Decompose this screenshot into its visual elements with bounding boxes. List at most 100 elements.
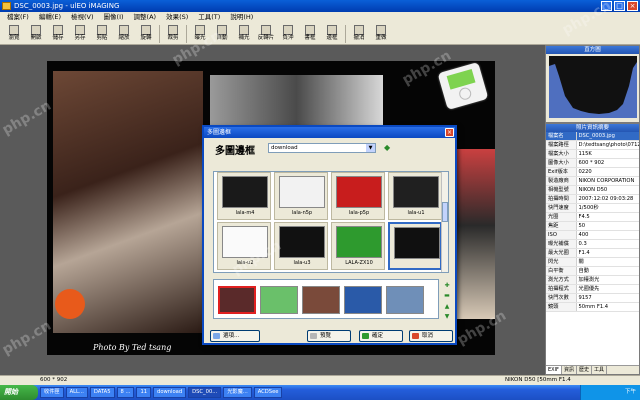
frame-item[interactable]: lala-p5p	[331, 172, 385, 220]
move-down-icon[interactable]: ▼	[442, 313, 452, 320]
exif-row[interactable]: 閃光關	[546, 257, 639, 267]
exif-row[interactable]: 檔案路徑D:\tedtsang\photo\071203	[546, 140, 639, 150]
strip-photo-selected[interactable]	[218, 286, 256, 314]
exif-value: F1.4	[576, 248, 639, 258]
taskbar-item[interactable]: ACDSee	[253, 387, 283, 398]
exif-row[interactable]: 白平衡 自動	[546, 266, 639, 276]
frame-item[interactable]: lala-u2	[217, 222, 271, 270]
menu-edit[interactable]: 編輯(E)	[34, 12, 66, 23]
exif-row[interactable]: 快門速度 1/500秒	[546, 203, 639, 213]
resize-button[interactable]: 縮放	[113, 23, 135, 45]
exif-row[interactable]: 快門次數 9157	[546, 293, 639, 303]
taskbar-item[interactable]: 8 ...	[116, 387, 135, 398]
magnifier-icon	[310, 333, 317, 339]
ok-button[interactable]: 確定	[359, 330, 403, 342]
exif-value: 115K	[576, 149, 639, 159]
exif-row[interactable]: ISO 400	[546, 230, 639, 240]
book-frame-button[interactable]: 書框	[299, 23, 321, 45]
clip-button[interactable]: 剪貼	[91, 23, 113, 45]
exif-row[interactable]: 測光方式 加權測光	[546, 275, 639, 285]
preview-button[interactable]: 預覽	[307, 330, 351, 342]
save-button[interactable]: 儲存	[47, 23, 69, 45]
border-button[interactable]: 邊框	[321, 23, 343, 45]
open-button[interactable]: 開啟	[25, 23, 47, 45]
taskbar-item[interactable]: DATA5	[89, 387, 115, 398]
menu-help[interactable]: 說明(H)	[225, 12, 258, 23]
maximize-button[interactable]: □	[614, 1, 625, 11]
menu-image[interactable]: 圖像(I)	[99, 12, 129, 23]
frame-item[interactable]: lala-n5p	[274, 172, 328, 220]
minimize-button[interactable]: _	[601, 1, 612, 11]
exif-value: F4.5	[576, 212, 639, 222]
rotate-button[interactable]: 旋轉	[135, 23, 157, 45]
exif-row[interactable]: 相機型號 NIKON D50	[546, 185, 639, 195]
fill-light-button[interactable]: 補光	[233, 23, 255, 45]
negative-button[interactable]: 負沖	[277, 23, 299, 45]
strip-photo[interactable]	[260, 286, 298, 314]
remove-photo-icon[interactable]: ▬	[442, 292, 452, 299]
add-photo-icon[interactable]: ✚	[442, 282, 452, 289]
dialog-close-button[interactable]: ×	[445, 128, 454, 137]
strip-photo[interactable]	[386, 286, 424, 314]
exif-row[interactable]: 焦距 50	[546, 221, 639, 231]
menu-file[interactable]: 檔案(F)	[2, 12, 34, 23]
start-button[interactable]: 開始	[0, 385, 38, 400]
exif-row[interactable]: 曝光補償 0.3	[546, 239, 639, 249]
exif-row[interactable]: 圖像大小 600 * 902	[546, 158, 639, 168]
cancel-button[interactable]: 取消	[409, 330, 453, 342]
strip-photo[interactable]	[302, 286, 340, 314]
auto-button[interactable]: 自動	[211, 23, 233, 45]
tab-info[interactable]: 資訊	[562, 366, 577, 374]
menu-view[interactable]: 檢視(V)	[66, 12, 99, 23]
menu-tools[interactable]: 工具(T)	[193, 12, 225, 23]
frame-item[interactable]: lala-u3	[274, 222, 328, 270]
folder-select[interactable]: download ▼	[268, 143, 376, 153]
browse-button[interactable]: 瀏覽	[3, 23, 25, 45]
taskbar-item-active[interactable]: DSC_00...	[188, 387, 222, 398]
redo-button[interactable]: 重做	[370, 23, 392, 45]
exif-row[interactable]: 光圈 F4.5	[546, 212, 639, 222]
taskbar-item[interactable]: 光影魔...	[223, 387, 252, 398]
frame-item[interactable]: LALA-ZX10	[331, 222, 385, 270]
tab-tools[interactable]: 工具	[592, 366, 607, 374]
exif-row[interactable]: 製造廠商 NIKON CORPORATION	[546, 176, 639, 186]
frame-grid-scrollbar[interactable]	[441, 172, 448, 272]
exposure-button[interactable]: 曝光	[189, 23, 211, 45]
exif-row[interactable]: 最大光圈 F1.4	[546, 248, 639, 258]
menu-effects[interactable]: 效果(S)	[161, 12, 193, 23]
histogram-panel: 直方圖	[545, 45, 640, 123]
frame-item[interactable]: lala-u1	[388, 172, 442, 220]
frame-item[interactable]: lala-m4	[217, 172, 271, 220]
dialog-title-bar: 多圖邊框 ×	[204, 127, 455, 138]
tab-exif[interactable]: EXIF	[546, 366, 562, 374]
move-up-icon[interactable]: ▲	[442, 303, 452, 310]
taskbar-item[interactable]: 11	[136, 387, 152, 398]
dialog-label: 多圖邊框	[215, 146, 255, 157]
add-folder-icon[interactable]: ◆	[384, 143, 390, 152]
frame-item-selected[interactable]	[388, 222, 442, 270]
menu-adjust[interactable]: 調整(A)	[129, 12, 162, 23]
clock[interactable]: 下午	[625, 389, 636, 395]
open-icon	[31, 25, 41, 35]
exif-row[interactable]: 檔案名 DSC_0003.jpg	[546, 132, 639, 141]
undo-button[interactable]: 撤消	[348, 23, 370, 45]
save-as-button[interactable]: 另存	[69, 23, 91, 45]
frame-thumbnail	[279, 176, 325, 208]
strip-photo[interactable]	[344, 286, 382, 314]
crop-button[interactable]: 裁剪	[162, 23, 184, 45]
reversal-film-button[interactable]: 反轉片	[255, 23, 277, 45]
exif-value: 50mm F1.4	[576, 302, 639, 312]
exif-row[interactable]: 檔案大小 115K	[546, 149, 639, 159]
exif-row[interactable]: 拍攝程式 光圈優先	[546, 284, 639, 294]
tab-history[interactable]: 歷史	[577, 366, 592, 374]
taskbar-item[interactable]: ALL...	[65, 387, 88, 398]
close-button[interactable]: ×	[627, 1, 638, 11]
taskbar-item[interactable]: 收件匣	[40, 387, 64, 398]
taskbar-item[interactable]: download	[153, 387, 187, 398]
exif-row[interactable]: Exif版本 0220	[546, 167, 639, 177]
scrollbar-thumb[interactable]	[442, 202, 448, 222]
options-button[interactable]: 選項...	[210, 330, 260, 342]
exif-row[interactable]: 鏡頭 50mm F1.4	[546, 302, 639, 312]
exif-row[interactable]: 拍攝時間 2007:12:02 09:03:28	[546, 194, 639, 204]
undo-icon	[354, 25, 364, 35]
